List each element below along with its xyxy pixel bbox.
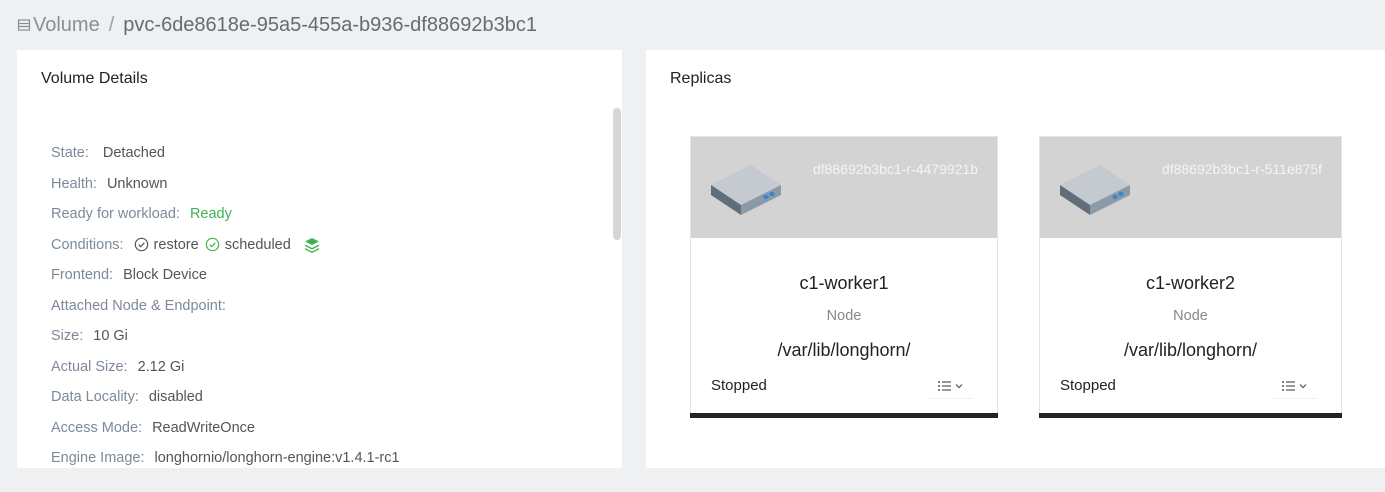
breadcrumb: Volume / pvc-6de8618e-95a5-455a-b936-df8… <box>17 12 537 38</box>
detail-row-size: Size: 10 Gi <box>51 321 400 352</box>
condition-restore-label: restore <box>153 236 199 253</box>
replica-id: df88692b3bc1-r-4479921b <box>812 161 978 177</box>
replica-path: /var/lib/longhorn/ <box>777 340 911 360</box>
detail-row-data-locality: Data Locality: disabled <box>51 382 400 413</box>
ready-value: Ready <box>189 206 232 223</box>
volume-details-panel: Volume Details State: Detached Health: U… <box>17 50 622 468</box>
conditions-label: Conditions: <box>51 236 124 253</box>
check-circle-icon <box>134 237 148 252</box>
detail-row-frontend: Frontend: Block Device <box>51 260 400 291</box>
access-mode-label: Access Mode: <box>51 419 143 436</box>
detail-row-conditions: Conditions: restore scheduled <box>51 230 400 261</box>
size-label: Size: <box>51 328 84 345</box>
detail-row-ready: Ready for workload: Ready <box>51 199 400 230</box>
condition-scheduled-label: scheduled <box>224 236 291 253</box>
health-label: Health: <box>51 175 97 192</box>
check-circle-icon <box>205 237 219 252</box>
engine-image-value: longhornio/longhorn-engine:v1.4.1-rc1 <box>154 450 400 467</box>
disk-icon <box>1060 165 1130 215</box>
detail-row-actual-size: Actual Size: 2.12 Gi <box>51 352 400 383</box>
list-menu-icon <box>938 380 963 391</box>
replica-card-header: df88692b3bc1-r-4479921b <box>691 137 997 238</box>
disk-icon <box>711 165 781 215</box>
conditions-value: restore scheduled <box>134 236 321 254</box>
attached-label: Attached Node & Endpoint: <box>51 297 226 314</box>
replica-node-name: c1-worker1 <box>799 273 889 293</box>
detail-row-health: Health: Unknown <box>51 169 400 200</box>
health-value: Unknown <box>106 175 168 192</box>
replica-state: Stopped <box>1060 377 1116 394</box>
volume-list-icon <box>17 19 31 31</box>
volume-details-list: State: Detached Health: Unknown Ready fo… <box>51 138 400 468</box>
breadcrumb-separator: / <box>108 13 115 36</box>
replica-operations-menu[interactable] <box>929 373 973 399</box>
detail-row-state: State: Detached <box>51 138 400 169</box>
breadcrumb-volume-link[interactable]: Volume <box>33 14 100 37</box>
engine-image-label: Engine Image: <box>51 450 145 467</box>
data-locality-label: Data Locality: <box>51 389 139 406</box>
replica-node-label: Node <box>1173 308 1208 324</box>
volume-details-title: Volume Details <box>41 70 148 87</box>
replica-state: Stopped <box>711 377 767 394</box>
replicas-title: Replicas <box>670 70 732 87</box>
size-value: 10 Gi <box>93 328 128 345</box>
replica-card-bar <box>690 413 998 418</box>
replica-card: df88692b3bc1-r-511e875f c1-worker2 Node … <box>1039 136 1342 418</box>
detail-row-attached: Attached Node & Endpoint: <box>51 291 400 322</box>
replica-path: /var/lib/longhorn/ <box>1123 340 1258 360</box>
frontend-label: Frontend: <box>51 267 114 284</box>
replica-card: df88692b3bc1-r-4479921b c1-worker1 Node … <box>690 136 998 418</box>
condition-scheduled[interactable]: scheduled <box>205 237 291 253</box>
state-value: Detached <box>102 145 165 162</box>
layers-icon[interactable] <box>303 236 321 254</box>
replica-operations-menu[interactable] <box>1273 373 1317 399</box>
detail-row-engine-image: Engine Image: longhornio/longhorn-engine… <box>51 443 400 468</box>
access-mode-value: ReadWriteOnce <box>152 419 255 436</box>
replica-id: df88692b3bc1-r-511e875f <box>1161 161 1322 177</box>
replica-node-label: Node <box>826 308 862 324</box>
replica-card-header: df88692b3bc1-r-511e875f <box>1040 137 1341 238</box>
actual-size-value: 2.12 Gi <box>137 358 185 375</box>
condition-restore[interactable]: restore <box>134 237 199 253</box>
actual-size-label: Actual Size: <box>51 358 128 375</box>
replica-card-bar <box>1039 413 1342 418</box>
frontend-value: Block Device <box>123 267 207 284</box>
data-locality-value: disabled <box>148 389 203 406</box>
details-scrollbar[interactable] <box>613 108 621 240</box>
state-label: State: <box>51 145 89 162</box>
breadcrumb-current: pvc-6de8618e-95a5-455a-b936-df88692b3bc1 <box>123 13 537 36</box>
detail-row-access-mode: Access Mode: ReadWriteOnce <box>51 413 400 444</box>
ready-label: Ready for workload: <box>51 206 180 223</box>
list-menu-icon <box>1282 380 1307 391</box>
replica-node-name: c1-worker2 <box>1145 273 1236 293</box>
